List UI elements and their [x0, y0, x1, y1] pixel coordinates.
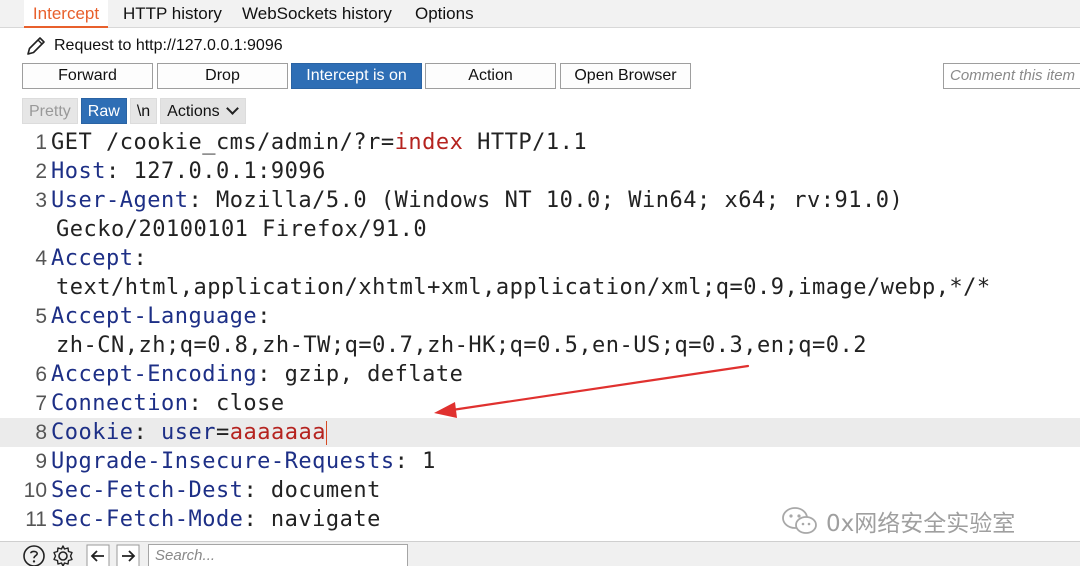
line-number: 8 [35, 421, 47, 444]
pencil-icon[interactable] [24, 34, 48, 58]
line-number: 10 [23, 479, 47, 502]
request-line-method-path: GET /cookie_cms/admin/? [51, 130, 368, 155]
comment-input[interactable]: Comment this item [943, 63, 1080, 89]
header-value-continued: text/html,application/xhtml+xml,applicat… [56, 275, 991, 300]
chevron-down-icon [225, 101, 239, 115]
line-number: 5 [35, 305, 47, 328]
header-value: : 127.0.0.1:9096 [105, 159, 326, 184]
line-number: 7 [35, 392, 47, 415]
header-key: Sec-Fetch-Dest [51, 478, 244, 503]
wechat-logo-icon [782, 507, 817, 534]
header-value: : [257, 304, 271, 329]
drop-button[interactable]: Drop [157, 63, 288, 89]
code-line-continuation: zh-CN,zh;q=0.8,zh-TW;q=0.7,zh-HK;q=0.5,e… [0, 331, 867, 360]
cookie-value: aaaaaaa [229, 420, 326, 445]
header-key: Sec-Fetch-Mode [51, 507, 244, 532]
header-key: Host [51, 159, 106, 184]
gear-icon[interactable] [51, 544, 75, 566]
code-line-continuation: text/html,application/xhtml+xml,applicat… [0, 273, 991, 302]
open-browser-button[interactable]: Open Browser [560, 63, 691, 89]
arrow-right-icon[interactable] [116, 544, 140, 566]
header-value: : navigate [243, 507, 381, 532]
action-button[interactable]: Action [425, 63, 556, 89]
code-line: 9 Upgrade-Insecure-Requests: 1 [0, 447, 436, 476]
header-value-continued: Gecko/20100101 Firefox/91.0 [56, 217, 428, 242]
header-value: : 1 [394, 449, 436, 474]
header-value: : gzip, deflate [257, 362, 464, 387]
code-line: 2 Host: 127.0.0.1:9096 [0, 157, 326, 186]
code-line: 7 Connection: close [0, 389, 285, 418]
code-line: 4 Accept: [0, 244, 147, 273]
line-number: 11 [25, 508, 47, 531]
header-key: Connection [51, 391, 189, 416]
header-value: : [133, 246, 148, 271]
param-equals: = [380, 130, 395, 155]
intercept-toggle-button[interactable]: Intercept is on [291, 63, 422, 89]
raw-button[interactable]: Raw [80, 97, 127, 124]
newline-toggle-button[interactable]: \n [129, 97, 158, 124]
search-input[interactable]: Search... [148, 544, 408, 566]
code-line-continuation: Gecko/20100101 Firefox/91.0 [0, 215, 427, 244]
watermark-text: 0x网络安全实验室 [826, 511, 1016, 537]
header-key: Cookie [51, 420, 134, 445]
actions-dropdown[interactable]: Actions [160, 97, 246, 124]
code-line: 5 Accept-Language: [0, 302, 271, 331]
request-line-protocol: HTTP/1.1 [463, 130, 588, 155]
param-key: r [367, 130, 381, 155]
header-key: Accept-Encoding [51, 362, 258, 387]
text-cursor [325, 421, 328, 445]
header-key: Accept-Language [51, 304, 258, 329]
param-value: index [394, 130, 464, 155]
watermark: 0x网络安全实验室 [780, 504, 1015, 538]
header-value-continued: zh-CN,zh;q=0.8,zh-TW;q=0.7,zh-HK;q=0.5,e… [56, 333, 867, 358]
request-editor[interactable]: 1 GET /cookie_cms/admin/?r=index HTTP/1.1… [0, 128, 1080, 540]
header-key: Accept [51, 246, 134, 271]
help-icon[interactable] [22, 544, 46, 566]
actions-label: Actions [167, 102, 220, 120]
header-key: User-Agent [51, 188, 189, 213]
tab-bar: Intercept HTTP history WebSockets histor… [0, 0, 1080, 28]
tab-options[interactable]: Options [415, 0, 474, 28]
header-value: : document [243, 478, 381, 503]
header-value: : close [188, 391, 285, 416]
bottom-bar: Search... [0, 541, 1080, 566]
request-target-label: Request to http://127.0.0.1:9096 [54, 37, 283, 54]
line-number: 9 [35, 450, 47, 473]
code-line: 3 User-Agent: Mozilla/5.0 (Windows NT 10.… [0, 186, 903, 215]
code-line: 10 Sec-Fetch-Dest: document [0, 476, 381, 505]
line-number: 6 [35, 363, 47, 386]
tab-websockets-history[interactable]: WebSockets history [242, 0, 392, 28]
code-line-current: 8 Cookie: user=aaaaaaa [0, 418, 1080, 447]
pretty-button[interactable]: Pretty [22, 97, 78, 124]
code-line: 6 Accept-Encoding: gzip, deflate [0, 360, 463, 389]
header-separator: : [133, 420, 161, 445]
editor-toolbar: Pretty Raw \n Actions [22, 97, 246, 124]
cookie-key: user [160, 420, 216, 445]
cookie-equals: = [215, 420, 230, 445]
tab-http-history[interactable]: HTTP history [123, 0, 222, 28]
arrow-left-icon[interactable] [86, 544, 110, 566]
tab-intercept[interactable]: Intercept [24, 0, 108, 28]
code-line: 1 GET /cookie_cms/admin/?r=index HTTP/1.1 [0, 128, 587, 157]
header-value: : Mozilla/5.0 (Windows NT 10.0; Win64; x… [188, 188, 904, 213]
forward-button[interactable]: Forward [22, 63, 153, 89]
line-number: 1 [35, 131, 47, 154]
line-number: 3 [35, 189, 47, 212]
line-number: 2 [35, 160, 47, 183]
header-key: Upgrade-Insecure-Requests [51, 449, 395, 474]
line-number: 4 [35, 247, 47, 270]
code-line: 11 Sec-Fetch-Mode: navigate [0, 505, 381, 534]
request-target-row: Request to http://127.0.0.1:9096 [24, 33, 283, 59]
